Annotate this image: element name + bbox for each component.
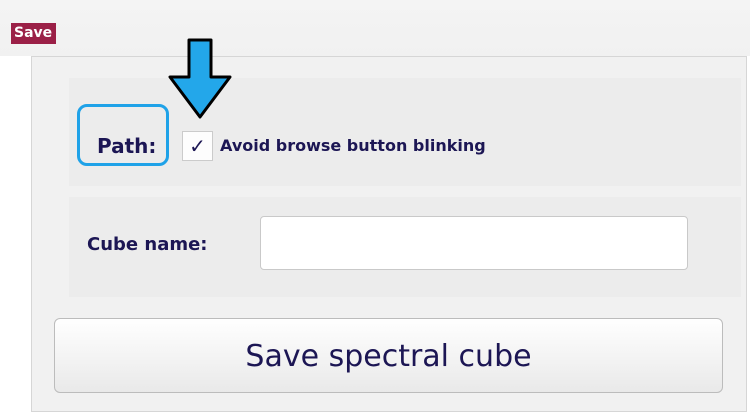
- avoid-blinking-label[interactable]: Avoid browse button blinking: [220, 131, 486, 161]
- save-spectral-cube-button[interactable]: Save spectral cube: [54, 318, 723, 393]
- save-page: Save Path: ✓ Avoid browse button blinkin…: [0, 0, 750, 419]
- page-top-strip: [0, 0, 750, 56]
- cube-name-label: Cube name:: [87, 234, 208, 255]
- cube-name-input[interactable]: [260, 216, 688, 270]
- avoid-blinking-checkbox[interactable]: ✓: [182, 131, 213, 161]
- path-label: Path:: [97, 134, 157, 158]
- section-title: Save: [11, 23, 57, 44]
- down-arrow-icon: [168, 38, 232, 119]
